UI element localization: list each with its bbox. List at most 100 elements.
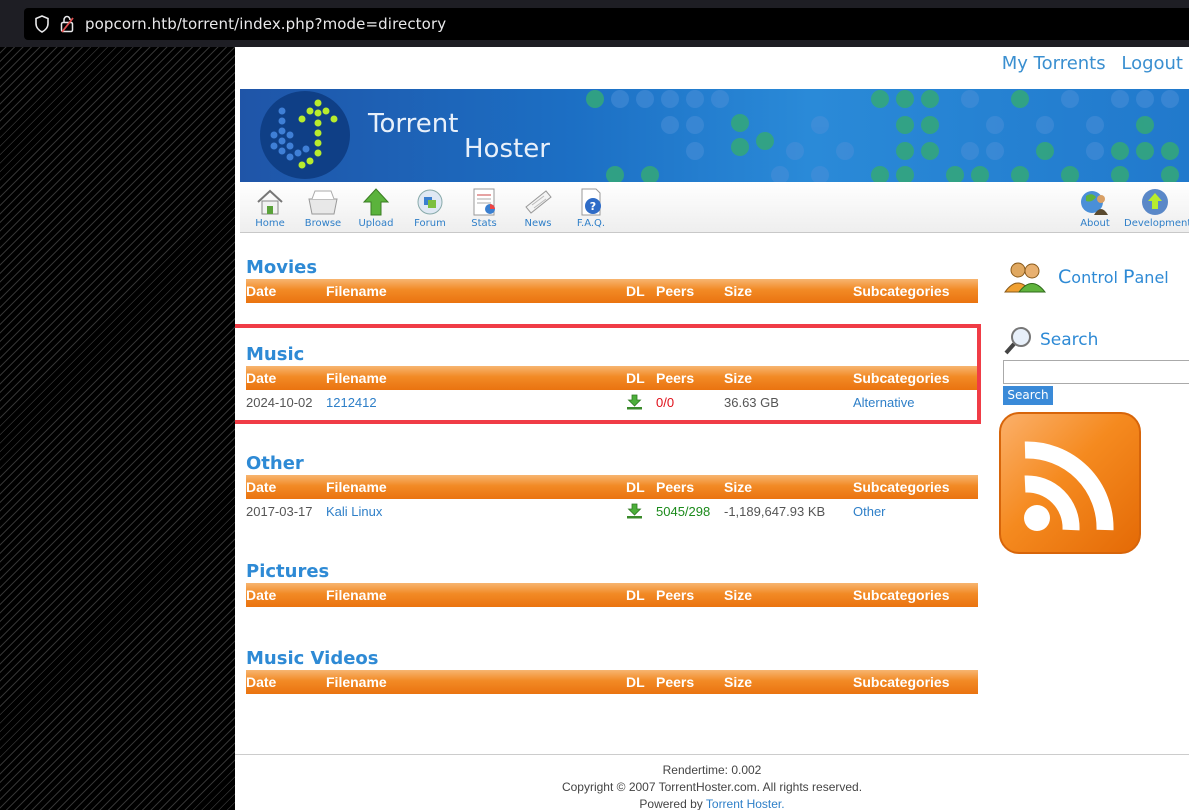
site-banner: Torrent Hoster — [240, 89, 1189, 182]
rss-feed-button[interactable] — [999, 412, 1141, 554]
users-icon — [1004, 262, 1047, 293]
nav-upload[interactable]: Upload — [351, 187, 401, 229]
table-header: Date Filename DL Peers Size Subcategorie… — [246, 279, 978, 303]
col-size[interactable]: Size — [724, 587, 752, 603]
rss-feed-icon — [1024, 441, 1114, 531]
nav-stats-label: Stats — [471, 218, 497, 229]
col-peers[interactable]: Peers — [656, 674, 694, 690]
col-size[interactable]: Size — [724, 674, 752, 690]
row-filename-link[interactable]: Kali Linux — [326, 504, 382, 519]
category-title: Pictures — [246, 561, 330, 582]
row-size: -1,189,647.93 KB — [724, 504, 826, 519]
control-panel-cap-c: C — [1058, 266, 1072, 288]
col-date[interactable]: Date — [246, 587, 276, 603]
nav-home[interactable]: Home — [245, 187, 295, 229]
site-title-line2: Hoster — [464, 134, 550, 164]
col-date[interactable]: Date — [246, 283, 276, 299]
home-icon — [257, 189, 283, 215]
col-filename[interactable]: Filename — [326, 283, 387, 299]
row-date: 2017-03-17 — [246, 504, 313, 519]
url-text[interactable]: popcorn.htb/torrent/index.php?mode=direc… — [85, 15, 446, 33]
footer-powered-link[interactable]: Torrent Hoster. — [706, 797, 785, 810]
col-peers[interactable]: Peers — [656, 479, 694, 495]
download-icon[interactable] — [626, 503, 643, 522]
col-dl: DL — [626, 674, 645, 690]
control-panel-text2: anel — [1134, 268, 1169, 287]
category-music-videos: Music Videos Date Filename DL Peers Size… — [246, 648, 978, 694]
highlight-box — [235, 324, 981, 424]
col-size[interactable]: Size — [724, 283, 752, 299]
nav-forum[interactable]: Forum — [405, 187, 455, 229]
nav-development[interactable]: Development — [1124, 187, 1189, 229]
col-size[interactable]: Size — [724, 479, 752, 495]
arrow-logo-icon — [270, 99, 338, 169]
news-icon — [525, 190, 552, 214]
col-date[interactable]: Date — [246, 674, 276, 690]
nav-development-label: Development — [1124, 218, 1189, 229]
row-peers: 5045/298 — [656, 504, 711, 519]
col-subcategories: Subcategories — [853, 674, 950, 690]
nav-news-label: News — [524, 218, 552, 229]
category-title: Other — [246, 453, 304, 474]
category-title: Movies — [246, 257, 318, 278]
footer-powered: Powered by Torrent Hoster. — [235, 797, 1189, 810]
category-other: Other Date Filename DL Peers Size Subcat… — [246, 453, 978, 523]
col-subcategories: Subcategories — [853, 479, 950, 495]
nav-stats[interactable]: Stats — [459, 187, 509, 229]
control-panel-cap-p: P — [1123, 266, 1135, 288]
upload-arrow-icon — [362, 188, 390, 216]
nav-faq[interactable]: ? F.A.Q. — [566, 187, 616, 229]
page-content: My Torrents Logout Torrent Hoster Home B… — [235, 47, 1189, 810]
table-header: Date Filename DL Peers Size Subcategorie… — [246, 475, 978, 499]
about-icon — [1081, 191, 1108, 215]
col-peers[interactable]: Peers — [656, 283, 694, 299]
top-links: My Torrents Logout — [992, 53, 1183, 74]
control-panel-text1: ontrol — [1071, 268, 1124, 287]
svg-text:?: ? — [590, 200, 596, 213]
col-peers[interactable]: Peers — [656, 587, 694, 603]
browse-icon — [308, 190, 338, 215]
footer-powered-text: Powered by — [639, 797, 706, 810]
control-panel-label[interactable]: Control Panel — [1058, 266, 1169, 288]
footer-copyright: Copyright © 2007 TorrentHoster.com. All … — [561, 780, 863, 794]
control-panel-link[interactable]: Control Panel — [1003, 260, 1169, 298]
row-subcategory-link[interactable]: Other — [853, 504, 886, 519]
category-pictures: Pictures Date Filename DL Peers Size Sub… — [246, 561, 978, 607]
search-button[interactable]: Search — [1003, 386, 1053, 405]
col-filename[interactable]: Filename — [326, 479, 387, 495]
faq-help-icon: ? — [581, 188, 601, 216]
nav-home-label: Home — [255, 218, 285, 229]
search-title: Search — [1040, 330, 1099, 350]
table-header: Date Filename DL Peers Size Subcategorie… — [246, 583, 978, 607]
site-title-line1: Torrent — [368, 109, 459, 139]
nav-about-label: About — [1080, 218, 1110, 229]
shield-icon[interactable] — [34, 15, 50, 33]
footer-divider — [235, 754, 1189, 755]
nav-news[interactable]: News — [513, 187, 563, 229]
stats-icon — [473, 188, 495, 216]
col-filename[interactable]: Filename — [326, 587, 387, 603]
nav-browse[interactable]: Browse — [298, 187, 348, 229]
background-stripes — [0, 47, 235, 810]
col-filename[interactable]: Filename — [326, 674, 387, 690]
col-date[interactable]: Date — [246, 479, 276, 495]
nav-faq-label: F.A.Q. — [576, 218, 606, 229]
category-title: Music Videos — [246, 648, 379, 669]
col-subcategories: Subcategories — [853, 587, 950, 603]
nav-browse-label: Browse — [304, 218, 342, 229]
nav-about[interactable]: About — [1070, 187, 1120, 229]
category-music: Music Date Filename DL Peers Size Subcat… — [235, 324, 981, 424]
logout-link[interactable]: Logout — [1121, 53, 1183, 74]
col-dl: DL — [626, 479, 645, 495]
table-header: Date Filename DL Peers Size Subcategorie… — [246, 670, 978, 694]
search-input[interactable] — [1003, 360, 1189, 384]
magnifier-icon — [1004, 327, 1031, 355]
col-dl: DL — [626, 283, 645, 299]
site-logo[interactable] — [260, 91, 350, 179]
my-torrents-link[interactable]: My Torrents — [1002, 53, 1106, 74]
nav-forum-label: Forum — [414, 218, 446, 229]
category-movies: Movies Date Filename DL Peers Size Subca… — [246, 257, 978, 303]
forum-icon — [417, 189, 443, 215]
lock-warning-icon[interactable] — [60, 15, 74, 33]
address-bar[interactable]: popcorn.htb/torrent/index.php?mode=direc… — [24, 8, 1189, 40]
